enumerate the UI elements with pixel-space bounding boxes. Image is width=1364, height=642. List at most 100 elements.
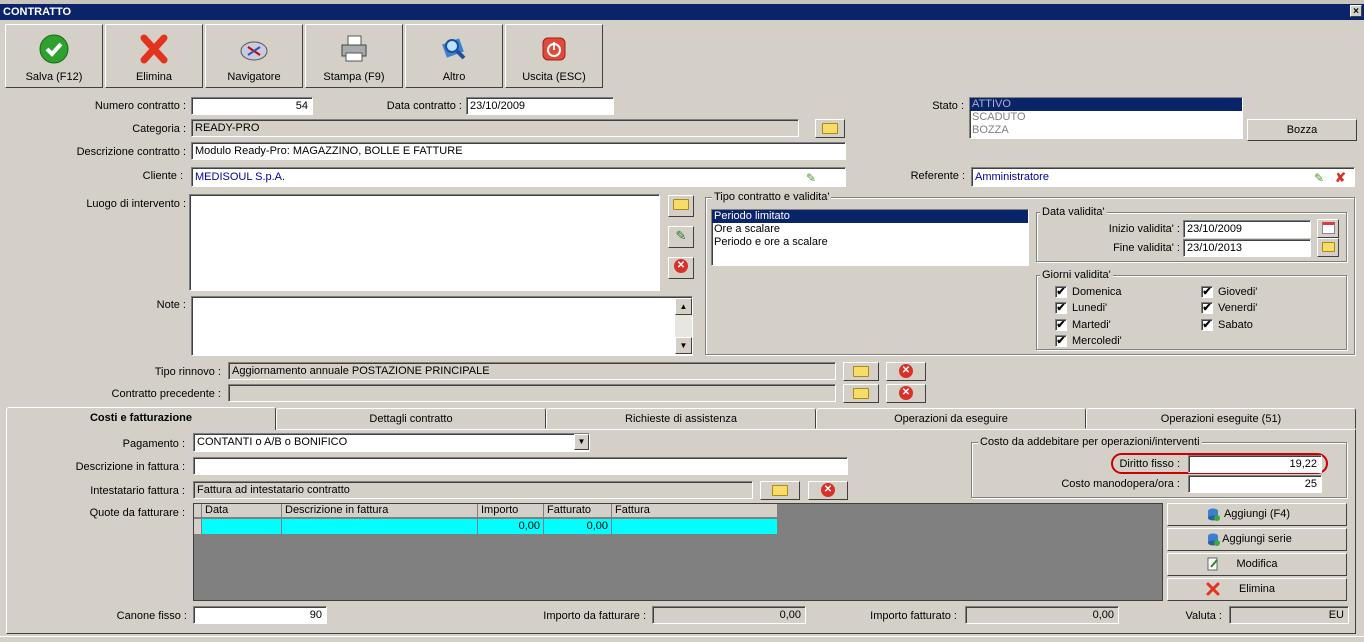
more-button[interactable]: Altro <box>405 24 503 88</box>
inizio-field[interactable]: 23/10/2009 <box>1183 220 1311 238</box>
bozza-button[interactable]: Bozza <box>1247 119 1357 141</box>
checkbox-icon: ✔ <box>1201 302 1213 315</box>
referente-clear-icon[interactable]: ✘ <box>1335 170 1346 186</box>
referente-edit-icon[interactable]: ✎ <box>1314 171 1324 185</box>
edit-pencil-icon[interactable]: ✎ <box>806 171 816 185</box>
checkbox-icon: ✔ <box>1201 286 1213 299</box>
quote-grid[interactable]: Data Descrizione in fattura Importo Fatt… <box>193 503 1163 601</box>
categoria-browse-button[interactable] <box>815 119 845 138</box>
tipo-rinnovo-browse-button[interactable] <box>843 362 879 381</box>
grid-header-fattura[interactable]: Fattura <box>612 504 778 518</box>
pagamento-value: CONTANTI o A/B o BONIFICO <box>197 436 348 448</box>
table-cell[interactable]: 0,00 <box>478 519 544 534</box>
contratto-precedente-clear-button[interactable]: ✕ <box>886 384 926 403</box>
tab-dettagli-contratto[interactable]: Dettagli contratto <box>276 408 546 429</box>
contratto-precedente-field[interactable] <box>228 384 836 402</box>
grid-header-descrizione[interactable]: Descrizione in fattura <box>282 504 478 518</box>
check-giovedi[interactable]: ✔ Giovedi' <box>1201 286 1257 299</box>
luogo-textarea[interactable] <box>189 194 660 291</box>
save-label: Salva (F12) <box>25 71 83 83</box>
intestatario-field[interactable]: Fattura ad intestatario contratto <box>193 481 753 499</box>
print-label: Stampa (F9) <box>323 71 385 83</box>
day-label: Domenica <box>1072 286 1122 298</box>
scroll-up-icon[interactable]: ▲ <box>675 298 692 315</box>
luogo-browse-button[interactable] <box>668 195 694 217</box>
printer-icon <box>341 35 367 62</box>
clear-icon: ✕ <box>899 386 913 401</box>
inizio-label: Inizio validita' : <box>1108 223 1180 235</box>
check-mercoledi[interactable]: ✔ Mercoledi' <box>1055 335 1122 348</box>
tipo-option[interactable]: Periodo e ore a scalare <box>712 236 1028 249</box>
delete-button[interactable]: Elimina <box>105 24 203 88</box>
referente-field[interactable]: Amministratore <box>971 167 1355 187</box>
print-button[interactable]: Stampa (F9) <box>305 24 403 88</box>
add-series-button[interactable]: Aggiungi serie <box>1167 528 1347 551</box>
fine-browse-button[interactable] <box>1317 238 1339 257</box>
pagamento-select[interactable]: CONTANTI o A/B o BONIFICO ▼ <box>193 433 590 452</box>
add-button[interactable]: Aggiungi (F4) <box>1167 503 1347 526</box>
day-label: Lunedi' <box>1072 302 1108 314</box>
canone-field[interactable]: 90 <box>193 606 327 624</box>
fine-field[interactable]: 23/10/2013 <box>1183 239 1311 257</box>
inizio-calendar-button[interactable] <box>1317 219 1339 238</box>
descrizione-field[interactable]: Modulo Ready-Pro: MAGAZZINO, BOLLE E FAT… <box>191 142 846 160</box>
tipo-rinnovo-field[interactable]: Aggiornamento annuale POSTAZIONE PRINCIP… <box>228 362 836 380</box>
diritto-field[interactable]: 19,22 <box>1188 455 1322 473</box>
categoria-field[interactable]: READY-PRO <box>191 119 799 137</box>
tab-costi-fatturazione[interactable]: Costi e fatturazione <box>6 407 276 430</box>
scroll-down-icon[interactable]: ▼ <box>675 337 692 354</box>
check-martedi[interactable]: ✔ Martedi' <box>1055 319 1111 332</box>
check-domenica[interactable]: ✔ Domenica <box>1055 286 1122 299</box>
valuta-label: Valuta : <box>1185 610 1223 622</box>
intestatario-clear-button[interactable]: ✕ <box>808 481 848 500</box>
tab-operazioni-da-eseguire[interactable]: Operazioni da eseguire <box>816 408 1086 429</box>
add-label: Aggiungi (F4) <box>1223 508 1291 520</box>
luogo-edit-button[interactable]: ✎ <box>668 226 694 248</box>
tab-richieste-assistenza[interactable]: Richieste di assistenza <box>546 408 816 429</box>
data-contratto-field[interactable]: 23/10/2009 <box>466 97 614 115</box>
tipo-option[interactable]: Ore a scalare <box>712 223 1028 236</box>
note-textarea[interactable] <box>191 296 693 356</box>
edit-button[interactable]: Modifica <box>1167 553 1347 576</box>
calendar-icon <box>1321 222 1335 235</box>
tipo-contratto-list[interactable]: Periodo limitato Ore a scalare Periodo e… <box>711 209 1029 266</box>
tipo-rinnovo-clear-button[interactable]: ✕ <box>886 362 926 381</box>
tipo-contratto-title: Tipo contratto e validita' <box>712 191 832 203</box>
grid-header-fatturato[interactable]: Fatturato <box>544 504 612 518</box>
manodopera-field[interactable]: 25 <box>1188 475 1322 493</box>
stato-option-bozza[interactable]: BOZZA <box>970 124 1242 137</box>
contratto-precedente-browse-button[interactable] <box>843 384 879 403</box>
chevron-down-icon[interactable]: ▼ <box>574 434 589 450</box>
check-sabato[interactable]: ✔ Sabato <box>1201 319 1253 332</box>
stato-list[interactable]: ATTIVO SCADUTO BOZZA <box>969 97 1243 139</box>
cliente-field[interactable]: MEDISOUL S.p.A. <box>191 167 846 187</box>
stato-option-attivo[interactable]: ATTIVO <box>970 98 1242 111</box>
table-cell[interactable]: 0,00 <box>544 519 612 534</box>
intestatario-browse-button[interactable] <box>760 481 800 500</box>
navigator-button[interactable]: Navigatore <box>205 24 303 88</box>
grid-row-indicator[interactable] <box>194 519 202 534</box>
edit-note-icon: ✎ <box>675 228 687 243</box>
table-cell[interactable] <box>202 519 282 534</box>
valuta-field: EU <box>1229 606 1349 624</box>
stato-option-scaduto[interactable]: SCADUTO <box>970 111 1242 124</box>
luogo-clear-button[interactable]: ✕ <box>668 257 694 279</box>
delete-row-button[interactable]: Elimina <box>1167 578 1347 601</box>
quote-label: Quote da fatturare : <box>89 507 185 519</box>
numero-field[interactable]: 54 <box>191 97 313 115</box>
table-cell[interactable] <box>612 519 778 534</box>
tipo-option[interactable]: Periodo limitato <box>712 210 1028 223</box>
check-lunedi[interactable]: ✔ Lunedi' <box>1055 302 1108 315</box>
close-icon[interactable]: × <box>1350 5 1362 17</box>
save-button[interactable]: Salva (F12) <box>5 24 103 88</box>
exit-button[interactable]: Uscita (ESC) <box>505 24 603 88</box>
descr-fattura-field[interactable] <box>193 457 848 475</box>
check-venerdi[interactable]: ✔ Venerdi' <box>1201 302 1257 315</box>
day-label: Sabato <box>1218 319 1253 331</box>
tab-operazioni-eseguite[interactable]: Operazioni eseguite (51) <box>1086 408 1356 429</box>
magnifier-icon <box>442 38 466 60</box>
table-cell[interactable] <box>282 519 478 534</box>
note-scrollbar[interactable]: ▲ ▼ <box>675 298 692 354</box>
grid-header-data[interactable]: Data <box>202 504 282 518</box>
grid-header-importo[interactable]: Importo <box>478 504 544 518</box>
